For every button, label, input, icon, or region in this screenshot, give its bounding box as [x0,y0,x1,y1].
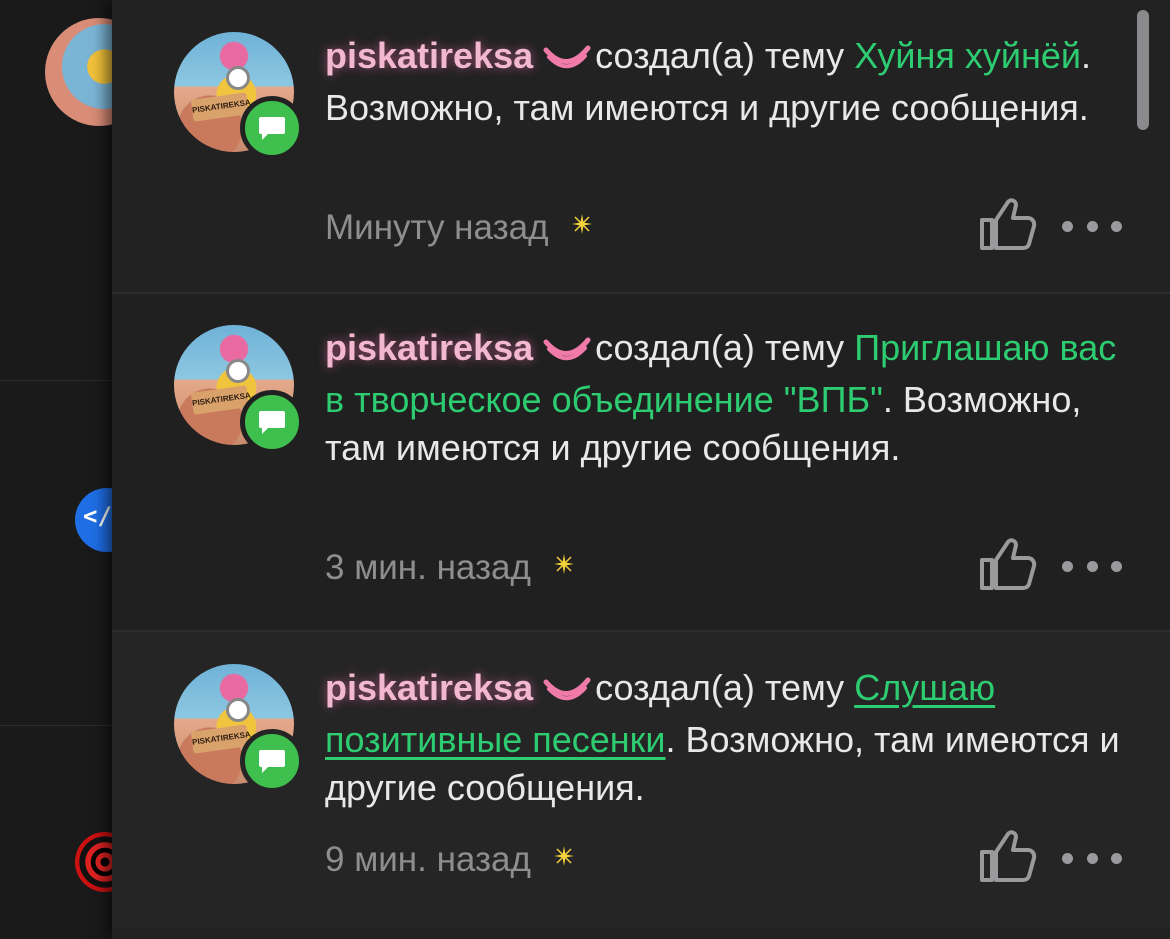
action-text: создал(а) тему [595,35,845,76]
more-dots-icon[interactable] [1062,851,1122,865]
banana-icon [543,328,591,376]
avatar-eye [226,359,250,383]
notification-item[interactable]: PISKATIREKSA piskatireksa создал(а) тему … [112,632,1170,928]
background-divider [0,725,112,726]
thumbs-up-icon[interactable] [978,828,1038,884]
notification-item[interactable]: PISKATIREKSA piskatireksa создал(а) тему … [112,294,1170,632]
timestamp: 9 мин. назад [325,836,575,880]
notification-item[interactable]: PISKATIREKSA piskatireksa создал(а) тему … [112,0,1170,294]
avatar-eye [226,698,250,722]
sparkle-icon [571,204,593,244]
notification-text: piskatireksa создал(а) тему Слушаю позити… [325,664,1135,812]
notification-text: piskatireksa создал(а) тему Хуйня хуйнёй.… [325,32,1135,132]
more-dots-icon[interactable] [1062,219,1122,233]
topic-link[interactable]: Хуйня хуйнёй [854,35,1081,76]
more-dots-icon[interactable] [1062,559,1122,573]
code-icon: </ [83,502,112,530]
sparkle-icon [553,544,575,584]
message-icon [240,96,304,160]
username-link[interactable]: piskatireksa [325,35,533,76]
username-link[interactable]: piskatireksa [325,327,533,368]
avatar-sign: PISKATIREKSA [190,385,251,415]
banana-icon [543,668,591,716]
background-page: </ [0,0,153,939]
thumbs-up-icon[interactable] [978,536,1038,592]
action-text: создал(а) тему [595,667,845,708]
action-text: создал(а) тему [595,327,845,368]
thumbs-up-icon[interactable] [978,196,1038,252]
time-text: 9 мин. назад [325,840,531,879]
time-text: 3 мин. назад [325,548,531,587]
background-divider [0,380,112,381]
time-text: Минуту назад [325,208,549,247]
avatar-sign: PISKATIREKSA [190,724,251,754]
notification-text: piskatireksa создал(а) тему Приглашаю вас… [325,324,1135,472]
timestamp: 3 мин. назад [325,544,575,588]
message-icon [240,390,304,454]
avatar-eye [226,66,250,90]
notifications-panel: PISKATIREKSA piskatireksa создал(а) тему … [112,0,1170,939]
message-icon [240,729,304,793]
sparkle-icon [553,836,575,876]
username-link[interactable]: piskatireksa [325,667,533,708]
scrollbar[interactable] [1137,10,1149,130]
banana-icon [543,36,591,84]
avatar-sign: PISKATIREKSA [190,92,251,122]
timestamp: Минуту назад [325,204,593,248]
